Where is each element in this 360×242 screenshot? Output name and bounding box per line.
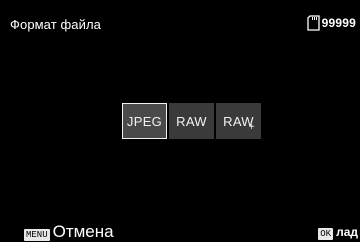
storage-indicator: 99999 xyxy=(306,15,356,31)
menu-key-badge: MENU xyxy=(24,229,50,241)
option-raw[interactable]: RAW xyxy=(169,103,214,139)
screen-title: Формат файла xyxy=(10,17,101,32)
ok-key-badge: OK xyxy=(318,228,334,240)
cancel-label: Отмена xyxy=(52,222,114,241)
ok-hint[interactable]: OK лад xyxy=(318,223,358,241)
option-raw-plus-suffix: + xyxy=(248,121,255,133)
cancel-hint[interactable]: MENU Отмена xyxy=(24,223,114,241)
camera-menu-screen: Формат файла 99999 JPEG RAW RAW + MENU О… xyxy=(0,0,360,242)
file-format-options: JPEG RAW RAW + xyxy=(122,103,261,139)
sd-card-icon xyxy=(306,15,320,31)
remaining-shots-count: 99999 xyxy=(321,16,356,30)
option-raw-plus-jpeg[interactable]: RAW + xyxy=(216,103,261,139)
option-jpeg-label: JPEG xyxy=(126,113,163,129)
ok-label: лад xyxy=(336,225,358,239)
option-jpeg[interactable]: JPEG xyxy=(122,103,167,139)
option-raw-label: RAW xyxy=(176,113,207,129)
